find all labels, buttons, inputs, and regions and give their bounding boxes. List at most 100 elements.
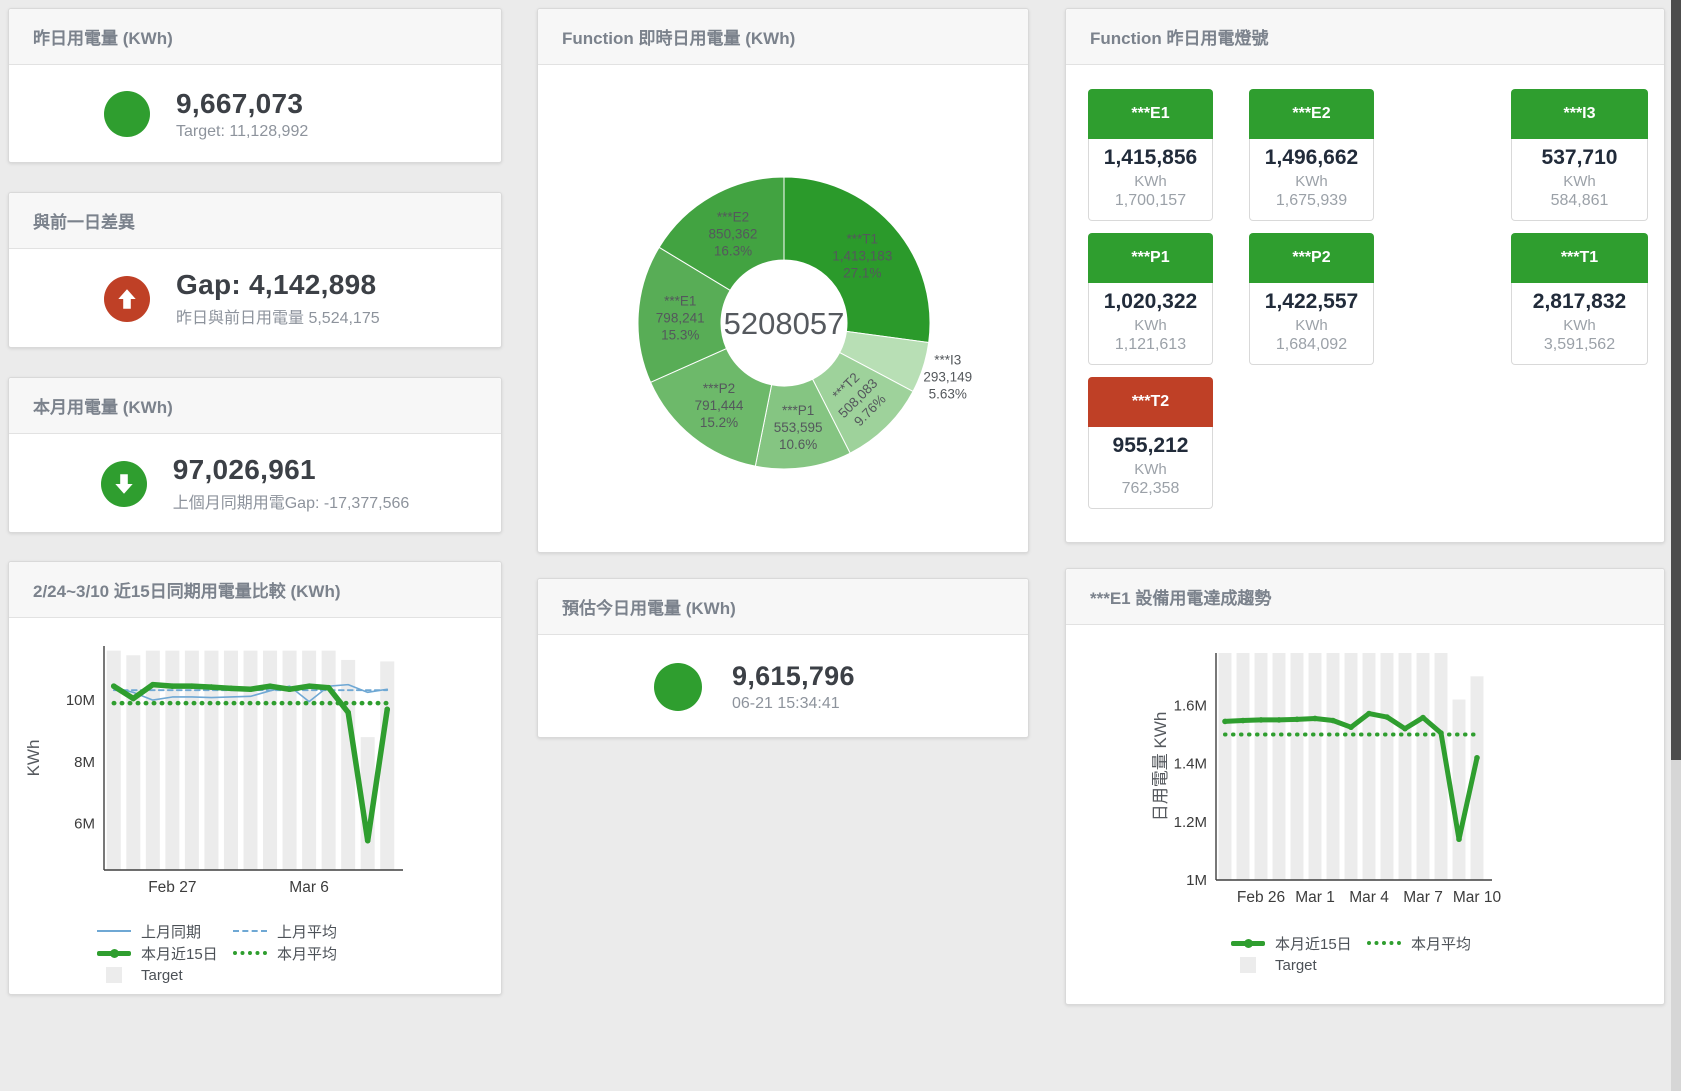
light-tile-body: 1,496,662KWh1,675,939 <box>1249 139 1374 221</box>
light-tile: ***T2955,212KWh762,358 <box>1088 377 1213 509</box>
panel-title: ***E1 設備用電達成趨勢 <box>1066 569 1664 625</box>
stat-value: Gap: 4,142,898 <box>176 269 406 301</box>
light-tile-body: 2,817,832KWh3,591,562 <box>1511 283 1648 365</box>
realtime-usage-donut-panel: Function 即時日用電量 (KWh) ***T11,413,18327.1… <box>537 8 1029 553</box>
data-point <box>189 683 195 689</box>
legend-label: 本月近15日 <box>141 943 218 964</box>
light-tile-target: 1,121,613 <box>1089 336 1212 354</box>
legend-item[interactable]: 上月同期 <box>97 921 233 942</box>
target-bar <box>1309 653 1322 880</box>
legend-label: 上月同期 <box>141 921 201 942</box>
lights-grid: ***E11,415,856KWh1,700,157***E21,496,662… <box>1066 9 1664 542</box>
panel-title: 預估今日用電量 (KWh) <box>538 579 1028 635</box>
legend-label: 本月平均 <box>1411 933 1471 954</box>
light-tile-label: ***E1 <box>1088 89 1213 139</box>
arrow-down-icon <box>101 461 147 507</box>
legend-item[interactable]: 上月平均 <box>233 921 369 942</box>
light-tile-label: ***I3 <box>1511 89 1648 139</box>
scrollbar-track[interactable] <box>1671 0 1681 1091</box>
light-tile-unit: KWh <box>1089 461 1212 478</box>
status-circle-icon <box>104 91 150 137</box>
legend-item[interactable]: Target <box>97 967 233 984</box>
y-tick-label: 8M <box>74 754 95 771</box>
legend-item[interactable]: 本月近15日 <box>1231 933 1367 954</box>
data-point <box>1384 714 1390 720</box>
stat-subtext: Target: 11,128,992 <box>176 123 406 141</box>
stat-subtext: 上個月同期用電Gap: -17,377,566 <box>173 489 410 513</box>
x-tick-label: Mar 7 <box>1403 889 1443 906</box>
data-point <box>365 838 371 844</box>
data-point <box>1276 717 1282 723</box>
stat-value: 9,667,073 <box>176 88 406 120</box>
legend-swatch-icon <box>1367 941 1401 945</box>
y-tick-label: 1.6M <box>1174 697 1207 714</box>
target-bar <box>204 651 218 870</box>
data-point <box>267 683 273 689</box>
legend-label: Target <box>1275 957 1317 974</box>
target-bar <box>1417 653 1430 880</box>
x-tick-label: Feb 26 <box>1237 889 1285 906</box>
target-bar <box>1273 653 1286 880</box>
panel-title: 昨日用電量 (KWh) <box>9 9 501 65</box>
x-tick-label: Mar 1 <box>1295 889 1335 906</box>
light-tile-target: 1,700,157 <box>1089 192 1212 210</box>
y-tick-label: 1.4M <box>1174 756 1207 773</box>
light-tile-body: 1,415,856KWh1,700,157 <box>1088 139 1213 221</box>
data-point <box>150 682 156 688</box>
light-tile-value: 955,212 <box>1089 434 1212 458</box>
light-tile-value: 1,496,662 <box>1250 146 1373 170</box>
light-tile-target: 762,358 <box>1089 480 1212 498</box>
legend-item[interactable]: 本月近15日 <box>97 943 233 964</box>
legend-swatch-icon <box>233 930 267 932</box>
light-tile-body: 1,020,322KWh1,121,613 <box>1088 283 1213 365</box>
donut-slice-label: ***I3293,1495.63% <box>923 353 972 402</box>
stat-subtext: 昨日與前日用電量 5,524,175 <box>176 304 406 328</box>
month-usage-card: 本月用電量 (KWh) 97,026,961 上個月同期用電Gap: -17,3… <box>8 377 502 533</box>
data-point <box>1240 718 1246 724</box>
legend-item[interactable]: 本月平均 <box>1367 933 1503 954</box>
data-point <box>1420 715 1426 721</box>
data-point <box>1294 717 1300 723</box>
legend-swatch-icon <box>1231 957 1265 973</box>
data-point <box>1222 719 1228 725</box>
light-tile-value: 537,710 <box>1512 146 1647 170</box>
scrollbar-thumb[interactable] <box>1671 0 1681 760</box>
data-point <box>1366 711 1372 717</box>
target-bar <box>1255 653 1268 880</box>
data-point <box>131 696 137 702</box>
light-tile-body: 1,422,557KWh1,684,092 <box>1249 283 1374 365</box>
data-point <box>1456 836 1462 842</box>
panel-title: Function 即時日用電量 (KWh) <box>538 9 1028 65</box>
light-tile: ***I3537,710KWh584,861 <box>1511 89 1648 221</box>
data-point <box>1402 726 1408 732</box>
data-point <box>1348 724 1354 730</box>
status-circle-icon <box>654 663 702 711</box>
x-tick-label: Mar 10 <box>1453 889 1502 906</box>
estimated-today-card: 預估今日用電量 (KWh) 9,615,796 06-21 15:34:41 <box>537 578 1029 738</box>
target-bar <box>1453 700 1466 880</box>
legend-item[interactable]: Target <box>1231 957 1367 974</box>
light-tile-body: 955,212 KWh 762,358 <box>1088 427 1213 509</box>
light-tile: ***P11,020,322KWh1,121,613 <box>1088 233 1213 365</box>
panel-title: 與前一日差異 <box>9 193 501 249</box>
light-tile: ***E11,415,856KWh1,700,157 <box>1088 89 1213 221</box>
panel-title: 本月用電量 (KWh) <box>9 378 501 434</box>
data-point <box>1474 755 1480 761</box>
y-axis-label: KWh <box>24 740 43 777</box>
arrow-up-icon <box>104 276 150 322</box>
light-tile-value: 2,817,832 <box>1512 290 1647 314</box>
x-tick-label: Feb 27 <box>148 879 196 896</box>
yesterday-lights-panel: Function 昨日用電燈號 ***E11,415,856KWh1,700,1… <box>1065 8 1665 543</box>
legend-item[interactable]: 本月平均 <box>233 943 369 964</box>
e1-trend-panel: ***E1 設備用電達成趨勢 1M1.2M1.4M1.6MFeb 26Mar 1… <box>1065 568 1665 1005</box>
light-tile-label: ***P2 <box>1249 233 1374 283</box>
data-point <box>287 686 293 692</box>
light-tile-unit: KWh <box>1089 317 1212 334</box>
y-tick-label: 1M <box>1186 872 1207 889</box>
target-bar <box>1399 653 1412 880</box>
target-bar <box>1363 653 1376 880</box>
target-bar <box>1291 653 1304 880</box>
chart-legend: 上月同期 上月平均本月近15日本月平均Target <box>97 920 369 986</box>
target-bar <box>1237 653 1250 880</box>
legend-swatch-icon <box>233 951 267 955</box>
